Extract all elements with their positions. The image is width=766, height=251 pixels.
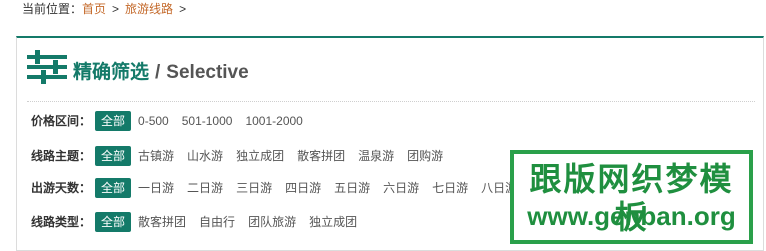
days-option[interactable]: 一日游 bbox=[137, 177, 175, 199]
days-option[interactable]: 七日游 bbox=[431, 177, 469, 199]
days-option[interactable]: 三日游 bbox=[235, 177, 273, 199]
days-option[interactable]: 五日游 bbox=[333, 177, 371, 199]
type-option[interactable]: 自由行 bbox=[198, 211, 236, 233]
theme-option[interactable]: 独立成团 bbox=[235, 145, 285, 167]
days-option[interactable]: 四日游 bbox=[284, 177, 322, 199]
theme-option-all[interactable]: 全部 bbox=[95, 146, 132, 166]
theme-option[interactable]: 温泉游 bbox=[357, 145, 395, 167]
days-option[interactable]: 六日游 bbox=[382, 177, 420, 199]
panel-title: 精确筛选 / Selective bbox=[73, 62, 249, 84]
panel-title-en: Selective bbox=[166, 62, 249, 83]
filter-label-days: 出游天数： bbox=[31, 181, 92, 195]
panel-header: 精确筛选 / Selective bbox=[27, 48, 747, 88]
panel-title-cn: 精确筛选 bbox=[73, 62, 150, 83]
days-option-all[interactable]: 全部 bbox=[95, 178, 132, 198]
filter-row-type: 线路类型： 全部 散客拼团 自由行 团队旅游 独立成团 bbox=[31, 211, 369, 233]
filter-label-theme: 线路主题： bbox=[31, 149, 92, 163]
watermark-stamp: 跟版网织梦模板 www.genban.org bbox=[510, 150, 753, 244]
theme-option[interactable]: 山水游 bbox=[186, 145, 224, 167]
breadcrumb-current-link[interactable]: 旅游线路 bbox=[125, 2, 173, 16]
breadcrumb-separator: > bbox=[112, 2, 120, 16]
filter-row-theme: 线路主题： 全部 古镇游 山水游 独立成团 散客拼团 温泉游 团购游 bbox=[31, 145, 455, 167]
breadcrumb-home-link[interactable]: 首页 bbox=[82, 2, 106, 16]
days-option[interactable]: 二日游 bbox=[186, 177, 224, 199]
type-option-all[interactable]: 全部 bbox=[95, 212, 132, 232]
panel-divider bbox=[27, 101, 755, 102]
breadcrumb: 当前位置：首页 > 旅游线路 > bbox=[22, 0, 192, 18]
filter-sliders-icon bbox=[27, 50, 67, 84]
filter-label-type: 线路类型： bbox=[31, 215, 92, 229]
filter-row-price: 价格区间： 全部 0-500 501-1000 1001-2000 bbox=[31, 110, 315, 132]
type-option[interactable]: 团队旅游 bbox=[247, 211, 297, 233]
breadcrumb-separator: > bbox=[179, 2, 187, 16]
breadcrumb-prefix: 当前位置： bbox=[22, 2, 83, 16]
theme-option[interactable]: 散客拼团 bbox=[296, 145, 346, 167]
panel-title-slash: / bbox=[155, 62, 161, 83]
type-option[interactable]: 散客拼团 bbox=[137, 211, 187, 233]
filter-row-days: 出游天数： 全部 一日游 二日游 三日游 四日游 五日游 六日游 七日游 八日游 bbox=[31, 177, 529, 199]
type-option[interactable]: 独立成团 bbox=[308, 211, 358, 233]
watermark-en: www.genban.org bbox=[527, 201, 736, 231]
theme-option[interactable]: 古镇游 bbox=[137, 145, 175, 167]
price-option-all[interactable]: 全部 bbox=[95, 111, 132, 131]
price-option[interactable]: 1001-2000 bbox=[244, 110, 303, 132]
price-option[interactable]: 501-1000 bbox=[181, 110, 234, 132]
theme-option[interactable]: 团购游 bbox=[406, 145, 444, 167]
price-option[interactable]: 0-500 bbox=[137, 110, 170, 132]
filter-label-price: 价格区间： bbox=[31, 114, 92, 128]
